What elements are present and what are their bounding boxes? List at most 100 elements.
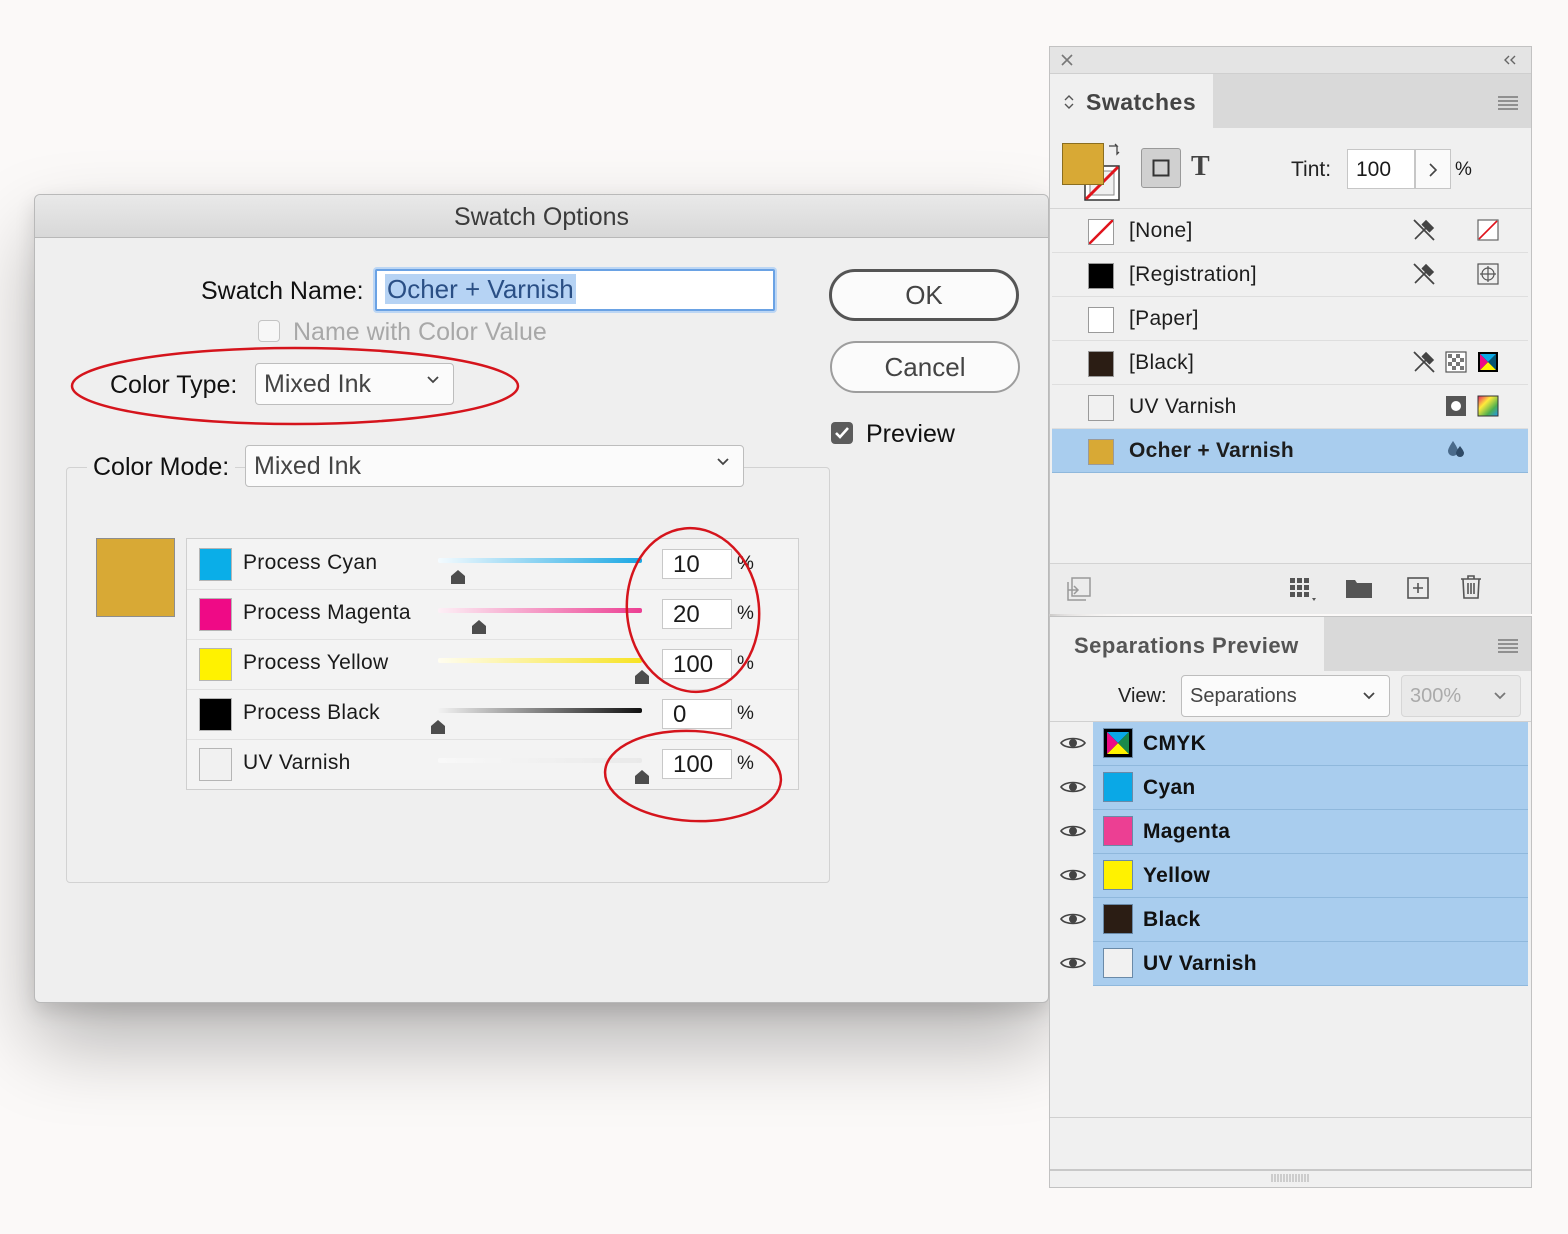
separation-row[interactable]: CMYK xyxy=(1093,722,1528,766)
ink-percent-sign: % xyxy=(737,703,754,724)
ok-button[interactable]: OK xyxy=(829,269,1019,321)
separation-name: Yellow xyxy=(1143,864,1211,887)
fill-color-front[interactable] xyxy=(1062,143,1104,185)
eye-icon[interactable] xyxy=(1060,867,1086,883)
ink-row: Process Cyan 10% xyxy=(187,539,798,590)
ink-slider-track[interactable] xyxy=(438,608,642,613)
ink-slider-track[interactable] xyxy=(438,658,642,663)
ink-percent-input[interactable]: 0 xyxy=(662,699,732,729)
separation-row[interactable]: UV Varnish xyxy=(1093,942,1528,986)
swatch-name: [None] xyxy=(1129,219,1193,242)
panel-title-bar xyxy=(1050,47,1531,74)
swap-arrows-icon[interactable] xyxy=(1107,143,1121,157)
view-select[interactable]: Separations xyxy=(1181,675,1390,717)
ink-row: Process Magenta 20% xyxy=(187,589,798,640)
ink-name: Process Magenta xyxy=(243,601,411,624)
separations-tab-label: Separations Preview xyxy=(1074,633,1299,658)
swatch-name-input[interactable]: Ocher + Varnish xyxy=(375,269,775,311)
swatch-name: [Registration] xyxy=(1129,263,1257,286)
new-color-group-icon[interactable] xyxy=(1345,576,1373,600)
trash-icon[interactable] xyxy=(1460,574,1482,600)
swatch-views-icon[interactable] xyxy=(1288,576,1318,602)
eye-icon[interactable] xyxy=(1060,955,1086,971)
ink-table: Process Cyan 10% Process Magenta 20% Process… xyxy=(186,538,799,790)
ink-slider-track[interactable] xyxy=(438,708,642,713)
separation-row[interactable]: Yellow xyxy=(1093,854,1528,898)
zoom-select[interactable]: 300% xyxy=(1401,675,1521,717)
collapse-icon[interactable] xyxy=(1502,55,1518,65)
separation-row[interactable]: Black xyxy=(1093,898,1528,942)
tint-input[interactable]: 100 xyxy=(1347,149,1415,189)
color-mode-select[interactable]: Mixed Ink xyxy=(245,445,744,487)
separation-name: Cyan xyxy=(1143,776,1196,799)
show-swatch-kind-icon[interactable] xyxy=(1066,576,1092,602)
separation-chip xyxy=(1103,728,1133,758)
tab-swatches[interactable]: Swatches xyxy=(1050,74,1213,129)
swatch-row[interactable]: [Paper] xyxy=(1052,297,1528,341)
new-swatch-icon[interactable] xyxy=(1406,576,1430,600)
separations-preview-panel: Separations Preview View: Separations 30… xyxy=(1049,616,1532,1188)
chevron-down-icon xyxy=(1494,692,1506,700)
ink-slider-track[interactable] xyxy=(438,758,642,763)
color-type-value: Mixed Ink xyxy=(264,370,371,398)
ink-color-chip xyxy=(199,698,232,731)
ink-percent-sign: % xyxy=(737,553,754,574)
tab-separations-preview[interactable]: Separations Preview xyxy=(1050,617,1324,672)
cancel-button[interactable]: Cancel xyxy=(830,341,1020,393)
preview-checkbox[interactable] xyxy=(831,422,853,444)
ink-percent-input[interactable]: 20 xyxy=(662,599,732,629)
eye-icon[interactable] xyxy=(1060,911,1086,927)
swatch-row[interactable]: UV Varnish xyxy=(1052,385,1528,429)
ink-percent-input[interactable]: 100 xyxy=(662,749,732,779)
divider xyxy=(1050,1169,1531,1171)
slider-thumb-icon[interactable] xyxy=(471,619,487,635)
panel-menu-icon[interactable] xyxy=(1498,96,1518,110)
slider-thumb-icon[interactable] xyxy=(634,769,650,785)
slider-thumb-icon[interactable] xyxy=(634,669,650,685)
ink-percent-sign: % xyxy=(737,653,754,674)
eye-icon[interactable] xyxy=(1060,823,1086,839)
panel-menu-icon[interactable] xyxy=(1498,639,1518,653)
view-value: Separations xyxy=(1190,685,1297,707)
preview-label: Preview xyxy=(866,420,955,448)
color-type-select[interactable]: Mixed Ink xyxy=(255,363,454,405)
slider-thumb-icon[interactable] xyxy=(430,719,446,735)
ink-percent-input[interactable]: 100 xyxy=(662,649,732,679)
eye-icon[interactable] xyxy=(1060,735,1086,751)
ink-percent-input[interactable]: 10 xyxy=(662,549,732,579)
swatch-row[interactable]: [None] xyxy=(1052,209,1528,253)
swatch-list: [None] [Registration] [Paper] [Black] UV Var… xyxy=(1050,209,1531,473)
ink-row: UV Varnish 100% xyxy=(187,739,798,789)
tint-slider-button[interactable] xyxy=(1415,149,1451,189)
ink-name: Process Cyan xyxy=(243,551,378,574)
separation-chip xyxy=(1103,948,1133,978)
name-with-color-value-checkbox[interactable] xyxy=(258,320,280,342)
swatch-chip xyxy=(1088,263,1114,289)
separation-name: UV Varnish xyxy=(1143,952,1257,975)
swatch-name: Ocher + Varnish xyxy=(1129,439,1294,462)
zoom-value: 300% xyxy=(1410,685,1462,707)
resize-grip-icon[interactable] xyxy=(1270,1174,1310,1182)
slider-thumb-icon[interactable] xyxy=(450,569,466,585)
formatting-text-icon[interactable]: T xyxy=(1191,151,1210,183)
divider xyxy=(1050,1117,1531,1118)
separation-chip xyxy=(1103,772,1133,802)
tint-pct: % xyxy=(1455,159,1472,180)
none-icon xyxy=(1477,219,1499,241)
container-icon xyxy=(1152,159,1170,177)
formatting-container-button[interactable] xyxy=(1141,148,1181,188)
swatch-row[interactable]: [Registration] xyxy=(1052,253,1528,297)
separation-chip xyxy=(1103,816,1133,846)
non-editable-icon xyxy=(1413,263,1435,285)
registration-icon xyxy=(1477,263,1499,285)
close-icon[interactable] xyxy=(1061,54,1073,66)
eye-icon[interactable] xyxy=(1060,779,1086,795)
checkmark-icon xyxy=(835,427,849,439)
ink-color-chip xyxy=(199,598,232,631)
ink-slider-track[interactable] xyxy=(438,558,642,563)
view-label: View: xyxy=(1118,685,1167,707)
swatch-row[interactable]: Ocher + Varnish xyxy=(1052,429,1528,473)
separation-row[interactable]: Magenta xyxy=(1093,810,1528,854)
swatch-row[interactable]: [Black] xyxy=(1052,341,1528,385)
separation-row[interactable]: Cyan xyxy=(1093,766,1528,810)
